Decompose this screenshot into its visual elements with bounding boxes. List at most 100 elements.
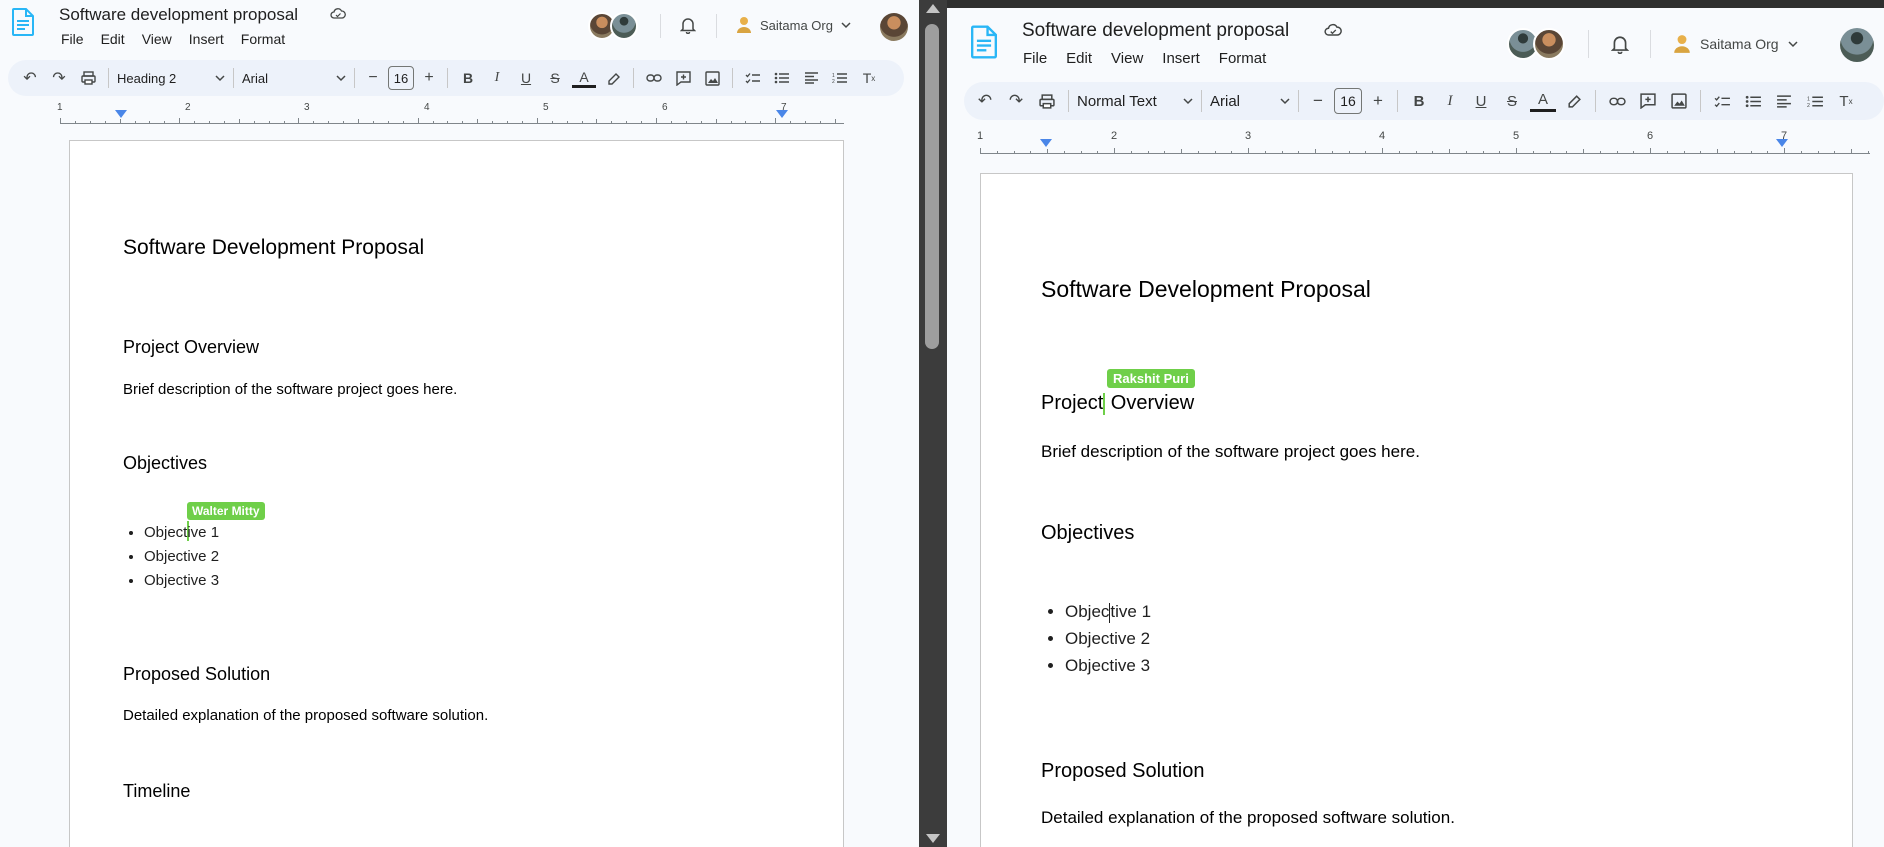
notification-bell-icon[interactable] xyxy=(680,17,696,34)
menu-insert[interactable]: Insert xyxy=(1162,50,1200,67)
document-title[interactable]: Software development proposal xyxy=(1022,20,1289,42)
menu-file[interactable]: File xyxy=(1023,50,1047,67)
scroll-down-icon[interactable] xyxy=(926,834,940,843)
cloud-saved-icon[interactable] xyxy=(1324,23,1342,38)
menu-format[interactable]: Format xyxy=(1219,50,1267,67)
font-family-select[interactable]: Arial xyxy=(242,71,346,86)
overview-paragraph[interactable]: Brief description of the software projec… xyxy=(123,381,457,398)
undo-icon[interactable]: ↶ xyxy=(972,88,998,114)
right-indent-marker[interactable] xyxy=(776,110,788,118)
left-indent-marker[interactable] xyxy=(1040,139,1052,147)
heading-project-overview[interactable]: Project Overview xyxy=(123,337,259,358)
font-family-select[interactable]: Arial xyxy=(1210,93,1290,110)
highlight-icon[interactable] xyxy=(1561,88,1587,114)
document-title[interactable]: Software development proposal xyxy=(59,5,298,25)
redo-icon[interactable]: ↷ xyxy=(1003,88,1029,114)
increase-font-size-icon[interactable]: + xyxy=(1367,88,1389,114)
menu-file[interactable]: File xyxy=(61,31,84,47)
horizontal-ruler[interactable]: 1 2 3 4 5 6 7 xyxy=(977,130,1870,154)
strikethrough-icon[interactable]: S xyxy=(1499,88,1525,114)
italic-icon[interactable]: I xyxy=(485,66,509,90)
menu-edit[interactable]: Edit xyxy=(101,31,125,47)
print-icon[interactable] xyxy=(76,66,100,90)
add-comment-icon[interactable] xyxy=(671,66,695,90)
numbered-list-icon[interactable]: 12 xyxy=(828,66,852,90)
underline-icon[interactable]: U xyxy=(514,66,538,90)
paragraph-style-select[interactable]: Heading 2 xyxy=(117,71,225,86)
list-item[interactable]: Objective 3 xyxy=(1065,652,1151,679)
paragraph-style-select[interactable]: Normal Text xyxy=(1077,93,1193,110)
increase-font-size-icon[interactable]: + xyxy=(419,66,439,90)
org-switcher[interactable]: Saitama Org xyxy=(1673,34,1798,54)
document-heading-title[interactable]: Software Development Proposal xyxy=(1041,276,1371,303)
scroll-up-icon[interactable] xyxy=(926,4,940,13)
bulleted-list-icon[interactable] xyxy=(1740,88,1766,114)
align-left-icon[interactable] xyxy=(799,66,823,90)
solution-paragraph[interactable]: Detailed explanation of the proposed sof… xyxy=(1041,808,1455,828)
document-heading-title[interactable]: Software Development Proposal xyxy=(123,236,424,260)
menu-edit[interactable]: Edit xyxy=(1066,50,1092,67)
overview-paragraph[interactable]: Brief description of the software projec… xyxy=(1041,442,1420,462)
decrease-font-size-icon[interactable]: − xyxy=(1307,88,1329,114)
checklist-icon[interactable] xyxy=(1709,88,1735,114)
document-page[interactable]: Software Development Proposal Project Ov… xyxy=(69,140,844,847)
font-size-input[interactable]: 16 xyxy=(1334,88,1362,114)
menu-insert[interactable]: Insert xyxy=(189,31,224,47)
link-icon[interactable] xyxy=(642,66,666,90)
notification-bell-icon[interactable] xyxy=(1611,35,1629,54)
heading-objectives[interactable]: Objectives xyxy=(123,453,207,474)
insert-image-icon[interactable] xyxy=(1666,88,1692,114)
user-avatar[interactable] xyxy=(1840,28,1874,62)
clear-formatting-icon[interactable]: Tx xyxy=(1833,88,1859,114)
list-item[interactable]: Objective 2 xyxy=(1065,625,1151,652)
numbered-list-icon[interactable]: 12 xyxy=(1802,88,1828,114)
collaborator-avatar[interactable] xyxy=(610,12,638,40)
list-item[interactable]: Objective 1 xyxy=(144,521,219,545)
heading-proposed-solution[interactable]: Proposed Solution xyxy=(123,664,270,685)
list-item[interactable]: Objective 1 xyxy=(1065,598,1151,625)
collaborator-avatar[interactable] xyxy=(1533,28,1565,60)
org-switcher[interactable]: Saitama Org xyxy=(736,16,851,34)
vertical-scrollbar[interactable] xyxy=(919,0,947,847)
link-icon[interactable] xyxy=(1604,88,1630,114)
underline-icon[interactable]: U xyxy=(1468,88,1494,114)
bold-icon[interactable]: B xyxy=(456,66,480,90)
horizontal-ruler[interactable]: 1 2 3 4 5 6 7 xyxy=(57,102,844,124)
decrease-font-size-icon[interactable]: − xyxy=(363,66,383,90)
bold-icon[interactable]: B xyxy=(1406,88,1432,114)
italic-icon[interactable]: I xyxy=(1437,88,1463,114)
list-item[interactable]: Objective 2 xyxy=(144,545,219,569)
docs-logo-icon[interactable] xyxy=(971,25,997,59)
highlight-icon[interactable] xyxy=(601,66,625,90)
cloud-saved-icon[interactable] xyxy=(330,7,346,21)
left-indent-marker[interactable] xyxy=(115,110,127,118)
bulleted-list-icon[interactable] xyxy=(770,66,794,90)
strikethrough-icon[interactable]: S xyxy=(543,66,567,90)
menu-view[interactable]: View xyxy=(142,31,172,47)
user-avatar[interactable] xyxy=(880,13,908,41)
text-color-icon[interactable]: A xyxy=(1530,90,1556,112)
menu-view[interactable]: View xyxy=(1111,50,1143,67)
undo-icon[interactable]: ↶ xyxy=(18,66,42,90)
document-page[interactable]: Software Development Proposal Rakshit Pu… xyxy=(980,173,1853,847)
insert-image-icon[interactable] xyxy=(700,66,724,90)
heading-objectives[interactable]: Objectives xyxy=(1041,522,1134,545)
menu-format[interactable]: Format xyxy=(241,31,285,47)
docs-logo-icon[interactable] xyxy=(12,8,34,36)
print-icon[interactable] xyxy=(1034,88,1060,114)
heading-proposed-solution[interactable]: Proposed Solution xyxy=(1041,760,1204,783)
clear-formatting-icon[interactable]: Tx xyxy=(857,66,881,90)
scrollbar-thumb[interactable] xyxy=(925,24,939,349)
heading-timeline[interactable]: Timeline xyxy=(123,781,190,802)
add-comment-icon[interactable] xyxy=(1635,88,1661,114)
font-size-input[interactable]: 16 xyxy=(388,66,414,90)
checklist-icon[interactable] xyxy=(741,66,765,90)
align-left-icon[interactable] xyxy=(1771,88,1797,114)
heading-project-overview[interactable]: Project Overview xyxy=(1041,392,1194,415)
redo-icon[interactable]: ↷ xyxy=(47,66,71,90)
solution-paragraph[interactable]: Detailed explanation of the proposed sof… xyxy=(123,707,488,724)
text-color-icon[interactable]: A xyxy=(572,68,596,88)
right-indent-marker[interactable] xyxy=(1776,139,1788,147)
toolbar-separator xyxy=(1298,90,1299,112)
list-item[interactable]: Objective 3 xyxy=(144,569,219,593)
